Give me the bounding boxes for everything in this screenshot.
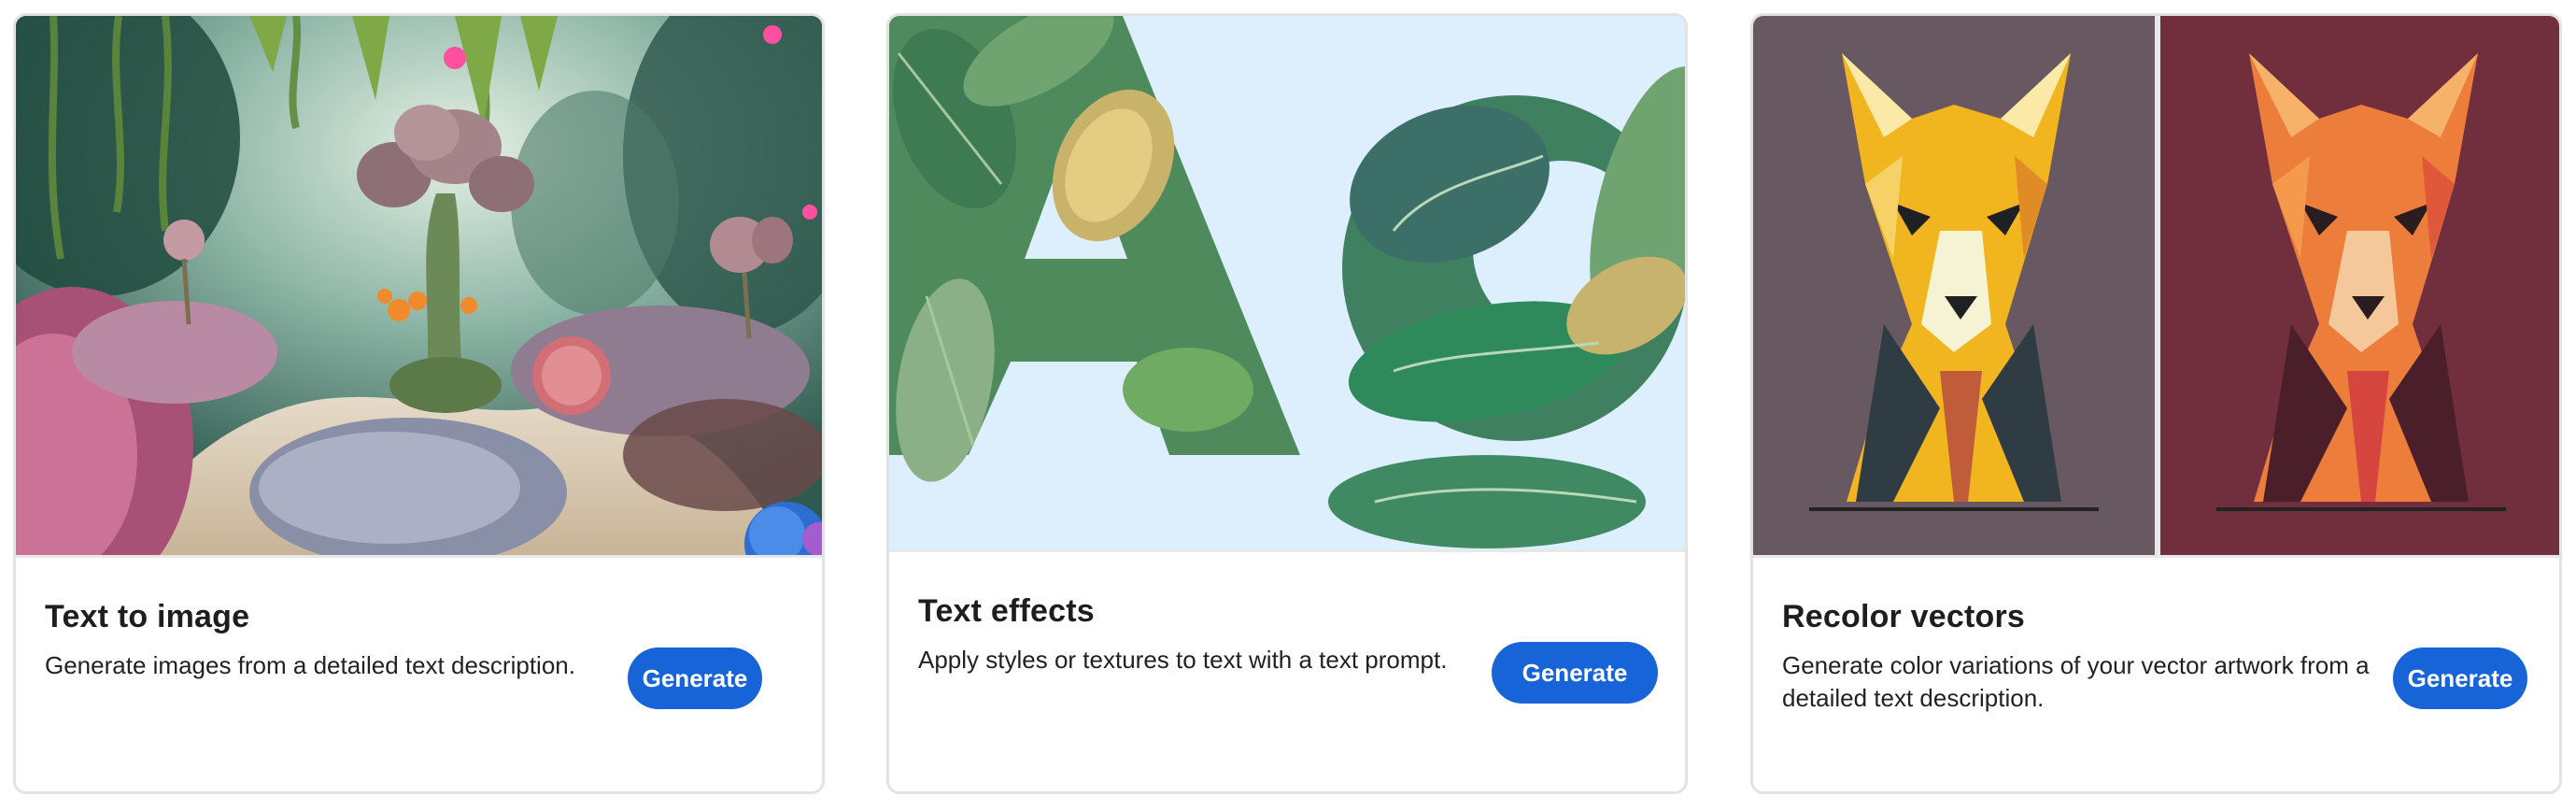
card-title: Text effects bbox=[918, 593, 1095, 629]
card-title: Recolor vectors bbox=[1782, 599, 2025, 634]
recolored-dog-vectors-image bbox=[1753, 16, 2559, 558]
generate-button[interactable]: Generate bbox=[1492, 642, 1658, 704]
card-description: Apply styles or textures to text with a … bbox=[918, 646, 1448, 674]
generate-button[interactable]: Generate bbox=[628, 647, 762, 709]
generate-button[interactable]: Generate bbox=[2393, 647, 2527, 709]
leafy-letters-image bbox=[889, 16, 1685, 552]
text-effects-card[interactable]: Text effects Apply styles or textures to… bbox=[886, 13, 1688, 794]
card-description: Generate color variations of your vector… bbox=[1782, 651, 2370, 712]
recolor-vectors-card[interactable]: Recolor vectors Generate color variation… bbox=[1750, 13, 2562, 794]
text-to-image-card[interactable]: Text to image Generate images from a det… bbox=[13, 13, 825, 794]
fantasy-garden-image bbox=[16, 16, 822, 558]
card-description: Generate images from a detailed text des… bbox=[45, 651, 575, 679]
card-title: Text to image bbox=[45, 599, 250, 634]
